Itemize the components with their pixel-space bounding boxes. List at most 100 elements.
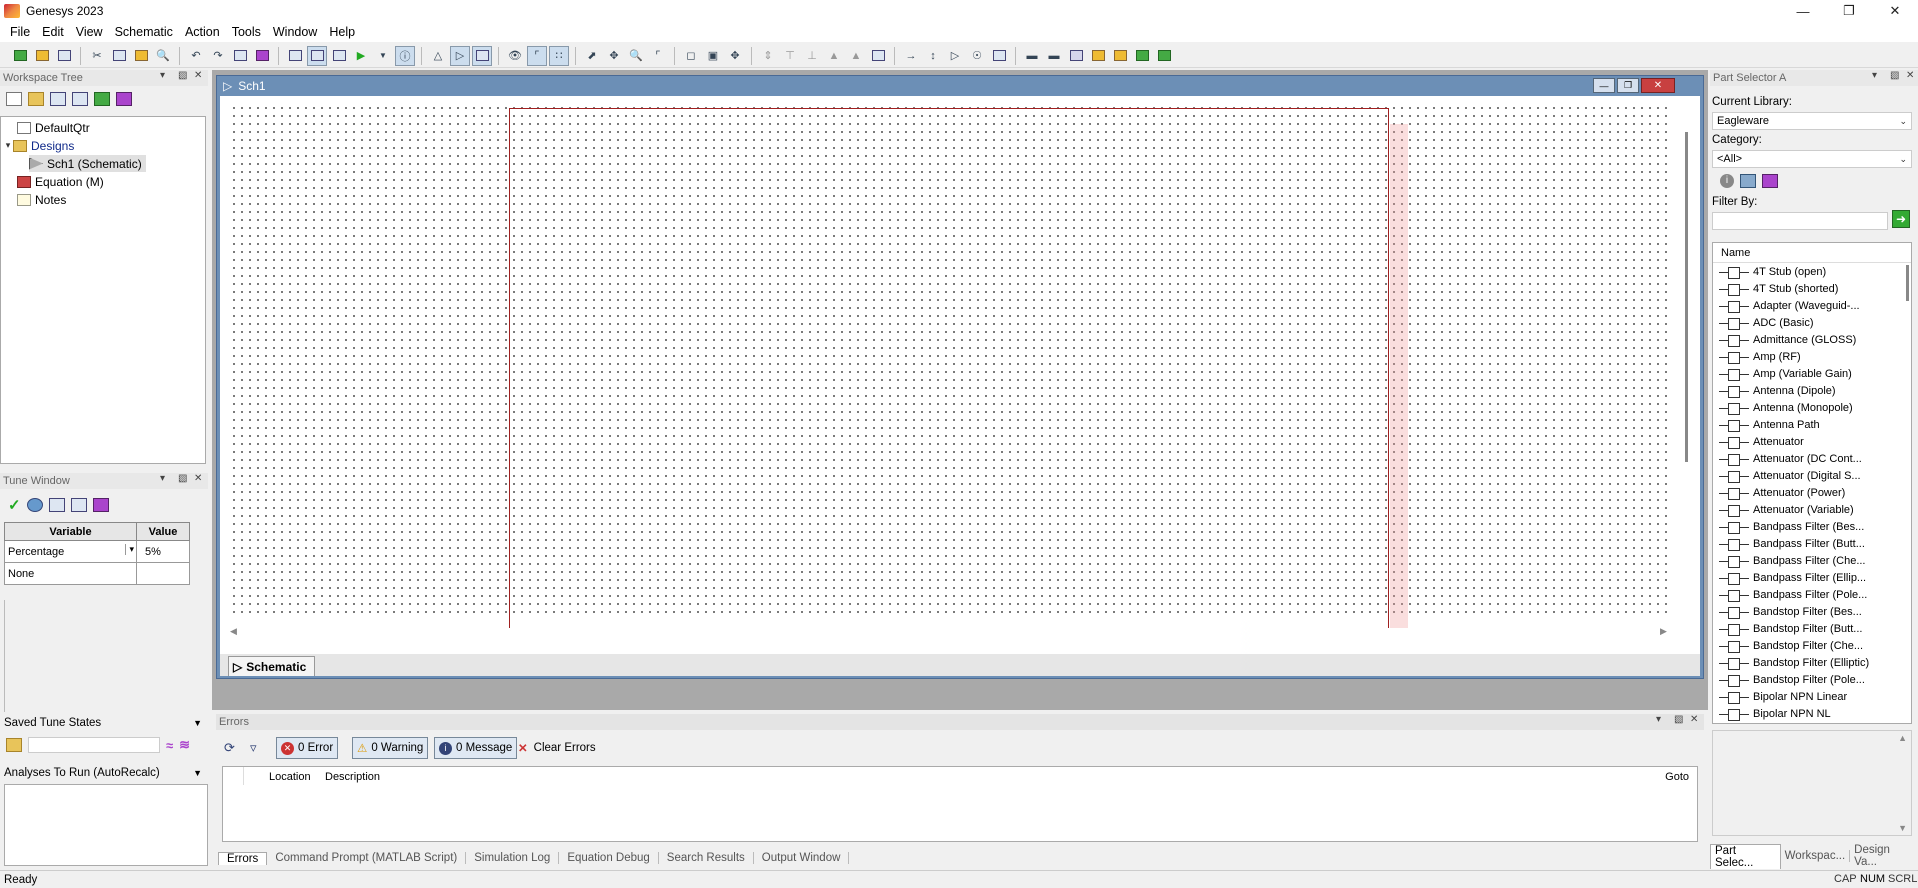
error-filter-button[interactable]: ✕ 0 Error	[276, 737, 339, 759]
zoom-window-icon[interactable]: ◻	[681, 46, 701, 66]
copy-icon[interactable]	[109, 46, 129, 66]
variable-cell[interactable]: None	[4, 562, 137, 585]
close-panel-icon[interactable]: ✕	[1690, 714, 1698, 725]
value-cell[interactable]: 5%	[136, 540, 190, 563]
part-library-icon[interactable]	[252, 46, 272, 66]
part-item[interactable]: Antenna (Monopole)	[1713, 399, 1911, 416]
tab-workspace[interactable]: Workspac...	[1781, 850, 1851, 862]
layout-single-icon[interactable]	[285, 46, 305, 66]
refresh-icon[interactable]: ⟳	[224, 740, 235, 756]
menu-action[interactable]: Action	[179, 25, 226, 39]
run-icon[interactable]: ▶	[351, 46, 371, 66]
flip-horizontal-icon[interactable]: ▲	[824, 46, 844, 66]
new-item-icon[interactable]	[6, 92, 22, 106]
part-item[interactable]: Bipolar NPN NL	[1713, 705, 1911, 722]
part-item[interactable]: Admittance (GLOSS)	[1713, 331, 1911, 348]
pin-dropdown-icon[interactable]: ▾	[1872, 70, 1877, 81]
node-icon[interactable]: ↕	[923, 46, 943, 66]
part-item[interactable]: Bandstop Filter (Bes...	[1713, 603, 1911, 620]
layout-grid-icon[interactable]	[329, 46, 349, 66]
part-item[interactable]: Antenna (Dipole)	[1713, 382, 1911, 399]
menu-file[interactable]: File	[4, 25, 36, 39]
menu-tools[interactable]: Tools	[226, 25, 267, 39]
menu-window[interactable]: Window	[267, 25, 323, 39]
part-item[interactable]: Bandstop Filter (Butt...	[1713, 620, 1911, 637]
minimize-button[interactable]: —	[1780, 0, 1826, 22]
close-panel-icon[interactable]: ✕	[194, 473, 202, 484]
tab-output-window[interactable]: Output Window	[754, 852, 850, 864]
category-select[interactable]: <All> ⌄	[1712, 150, 1912, 168]
pin-icon[interactable]: ▧	[178, 70, 187, 81]
open-folder-icon[interactable]	[28, 92, 44, 106]
info-icon[interactable]: i	[1720, 174, 1734, 188]
part-item[interactable]: Amp (Variable Gain)	[1713, 365, 1911, 382]
part-item[interactable]: Bandpass Filter (Ellip...	[1713, 569, 1911, 586]
refresh-icon[interactable]	[26, 498, 43, 512]
tune-state-input[interactable]	[28, 737, 160, 753]
part-item[interactable]: Attenuator (Power)	[1713, 484, 1911, 501]
store-state-icon[interactable]: ≈	[166, 738, 173, 753]
tab-simulation-log[interactable]: Simulation Log	[466, 852, 560, 864]
layer-yellow2-icon[interactable]	[1110, 46, 1130, 66]
part-item[interactable]: Attenuator (Variable)	[1713, 501, 1911, 518]
pin-icon[interactable]: ▧	[1674, 714, 1683, 725]
tab-design-variables[interactable]: Design Va...	[1850, 844, 1918, 868]
maximize-button[interactable]: ❐	[1826, 0, 1872, 22]
clear-errors-button[interactable]: ✕ Clear Errors	[518, 737, 596, 759]
stripline-icon[interactable]: ▬	[1044, 46, 1064, 66]
library-select[interactable]: Eagleware ⌄	[1712, 112, 1912, 130]
ground-icon[interactable]: ☉	[967, 46, 987, 66]
layout-mode-icon[interactable]	[472, 45, 492, 66]
warning-filter-button[interactable]: ⚠ 0 Warning	[352, 737, 429, 759]
part-item[interactable]: Attenuator (DC Cont...	[1713, 450, 1911, 467]
chevron-down-icon[interactable]: ▼	[193, 718, 202, 728]
layout-split-icon[interactable]	[307, 45, 327, 66]
part-item[interactable]: Bandpass Filter (Bes...	[1713, 518, 1911, 535]
group-icon[interactable]	[868, 46, 888, 66]
print-icon[interactable]	[230, 46, 250, 66]
close-panel-icon[interactable]: ✕	[194, 70, 202, 81]
recall-state-icon[interactable]: ≋	[179, 737, 190, 753]
pointer-icon[interactable]: ⬈	[582, 46, 602, 66]
tree-item-defaultqtr[interactable]: DefaultQtr	[7, 119, 90, 136]
open-folder-icon[interactable]	[6, 738, 22, 752]
schematic-canvas[interactable]: ◀ ▶	[220, 96, 1700, 654]
layout-dropdown-icon[interactable]	[72, 92, 88, 106]
undo-icon[interactable]: ↶	[186, 46, 206, 66]
part-item[interactable]: Bandpass Filter (Che...	[1713, 552, 1911, 569]
add-part-icon[interactable]: △	[428, 46, 448, 66]
menu-edit[interactable]: Edit	[36, 25, 70, 39]
value-cell[interactable]	[136, 562, 190, 585]
pin-icon[interactable]: ▧	[1890, 70, 1899, 81]
info-icon[interactable]: ⓘ	[395, 45, 415, 66]
pin-icon[interactable]: ▧	[178, 473, 187, 484]
menu-view[interactable]: View	[70, 25, 109, 39]
add-dropdown-icon[interactable]	[94, 92, 110, 106]
saved-tune-states-header[interactable]: Saved Tune States ▼	[0, 714, 208, 732]
part-item[interactable]: Adapter (Waveguid-...	[1713, 297, 1911, 314]
schematic-minimize-button[interactable]: —	[1593, 78, 1615, 93]
graph-dropdown-icon[interactable]	[70, 498, 87, 512]
menu-help[interactable]: Help	[323, 25, 361, 39]
part-library-icon[interactable]	[1762, 174, 1778, 188]
part-item[interactable]: Antenna Path	[1713, 416, 1911, 433]
part-item[interactable]: 4T Stub (open)	[1713, 263, 1911, 280]
zoom-all-icon[interactable]: ✥	[725, 46, 745, 66]
new-icon[interactable]	[10, 46, 30, 66]
part-list-scrollbar[interactable]	[1906, 265, 1909, 301]
tree-item-designs[interactable]: ▾ Designs	[3, 137, 75, 154]
part-item[interactable]: Bandpass Filter (Pole...	[1713, 586, 1911, 603]
part-item[interactable]: Amp (RF)	[1713, 348, 1911, 365]
close-panel-icon[interactable]: ✕	[1906, 70, 1914, 81]
redo-icon[interactable]: ↷	[208, 46, 228, 66]
part-item[interactable]: 4T Stub (shorted)	[1713, 280, 1911, 297]
zoom-fit-icon[interactable]: ▣	[703, 46, 723, 66]
part-item[interactable]: Bandstop Filter (Elliptic)	[1713, 654, 1911, 671]
schematic-mode-icon[interactable]: ▷	[450, 45, 470, 66]
collapse-icon[interactable]: ▾	[3, 140, 13, 151]
grid-icon[interactable]: ∷	[549, 45, 569, 66]
filter-input[interactable]	[1712, 212, 1888, 230]
tab-schematic[interactable]: ▷ Schematic	[228, 656, 316, 676]
errors-list[interactable]: Location Description Goto	[222, 766, 1698, 842]
scroll-down-icon[interactable]: ▼	[1898, 823, 1907, 833]
